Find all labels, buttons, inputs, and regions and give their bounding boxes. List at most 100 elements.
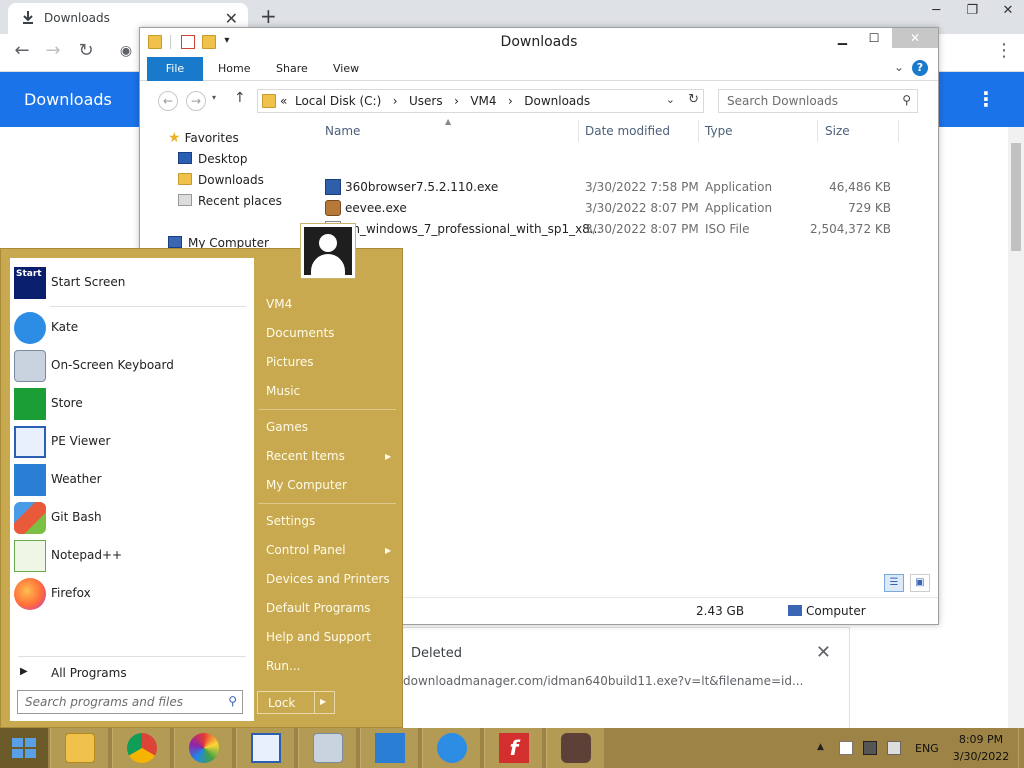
nav-item-favorites[interactable]: ★ Favorites [168,130,239,146]
tab-close-icon[interactable]: ✕ [225,9,238,28]
search-icon[interactable]: ⚲ [902,93,911,107]
chrome-menu-icon[interactable]: ⋮ [992,40,1016,61]
more-options-icon[interactable]: ⋮ [976,87,996,111]
minimize-button[interactable]: ▁ [828,28,856,48]
file-row[interactable]: eevee.exe 3/30/2022 8:07 PM Application … [312,198,938,219]
start-right-default-programs[interactable]: Default Programs [266,601,371,615]
taskbar-flash[interactable]: f [484,728,542,768]
breadcrumb-local-disk[interactable]: Local Disk (C:) [295,94,381,108]
show-hidden-icons-icon[interactable]: ▲ [817,742,824,752]
file-row[interactable]: 360browser7.5.2.110.exe 3/30/2022 7:58 P… [312,177,938,198]
tab-home[interactable]: Home [218,62,250,75]
new-tab-button[interactable]: + [260,4,277,28]
minimize-button[interactable]: ─ [920,0,952,22]
start-right-games[interactable]: Games [266,420,308,434]
network-icon[interactable] [863,741,877,755]
forward-arrow-icon[interactable]: → [186,91,206,111]
column-header-type[interactable]: Type [705,124,733,138]
start-right-settings[interactable]: Settings [266,514,315,528]
taskbar-kate[interactable] [422,728,480,768]
power-options-arrow-icon[interactable]: ▶ [320,697,326,706]
chevron-down-icon[interactable]: ⌄ [666,93,675,106]
close-button[interactable]: ✕ [892,28,938,48]
tab-file[interactable]: File [147,57,203,81]
pinned-pe-viewer[interactable]: PE Viewer [10,424,254,460]
taskbar-chrome[interactable] [112,728,170,768]
column-header-name[interactable]: Name [325,124,360,138]
breadcrumb-separator[interactable]: › [393,94,398,108]
reload-icon[interactable]: ↻ [74,40,98,61]
back-arrow-icon[interactable]: ← [158,91,178,111]
remove-download-icon[interactable]: ✕ [816,642,831,663]
start-right-my-computer[interactable]: My Computer [266,478,347,492]
scrollbar-thumb[interactable] [1011,143,1021,251]
breadcrumb-overflow[interactable]: « [280,94,287,108]
start-search-input[interactable]: Search programs and files ⚲ [17,690,243,714]
large-icons-view-icon[interactable]: ▣ [909,574,930,592]
maximize-button[interactable]: ☐ [860,28,888,48]
up-arrow-icon[interactable]: ↑ [234,90,246,106]
user-account-picture[interactable] [300,223,356,279]
taskbar-pe-viewer[interactable] [236,728,294,768]
input-language[interactable]: ENG [915,742,939,755]
breadcrumb-separator[interactable]: › [508,94,513,108]
lock-button[interactable]: Lock ▶ [257,691,335,714]
tab-share[interactable]: Share [276,62,308,75]
pinned-start-screen[interactable]: Start Start Screen [10,265,254,301]
taskbar-weather[interactable] [360,728,418,768]
tab-view[interactable]: View [333,62,359,75]
start-button[interactable] [0,728,48,768]
start-right-pictures[interactable]: Pictures [266,355,314,369]
pinned-git-bash[interactable]: Git Bash [10,500,254,536]
clock-date[interactable]: 3/30/2022 [952,750,1010,763]
breadcrumb-separator[interactable]: › [454,94,459,108]
start-right-music[interactable]: Music [266,384,300,398]
breadcrumb-users[interactable]: Users [409,94,443,108]
column-separator[interactable] [898,120,899,142]
pinned-firefox[interactable]: Firefox [10,576,254,612]
taskbar-recycle-app[interactable] [546,728,604,768]
page-scrollbar[interactable] [1008,127,1024,728]
start-right-control-panel[interactable]: Control Panel [266,543,346,557]
recent-locations-icon[interactable]: ▾ [212,93,216,102]
pinned-on-screen-keyboard[interactable]: On-Screen Keyboard [10,348,254,384]
start-right-recent-items[interactable]: Recent Items [266,449,345,463]
volume-muted-icon[interactable] [887,741,901,755]
refresh-icon[interactable]: ↻ [688,92,699,107]
restore-button[interactable]: ❐ [956,0,988,22]
pinned-store[interactable]: Store [10,386,254,422]
action-center-icon[interactable] [839,741,853,755]
column-header-size[interactable]: Size [825,124,850,138]
column-separator[interactable] [578,120,579,142]
forward-arrow-icon[interactable]: → [41,40,65,61]
start-right-documents[interactable]: Documents [266,326,334,340]
address-bar[interactable]: « Local Disk (C:) › Users › VM4 › Downlo… [257,89,704,113]
help-icon[interactable]: ? [912,60,928,76]
taskbar-keyboard[interactable] [298,728,356,768]
pinned-weather[interactable]: Weather [10,462,254,498]
taskbar-color-app[interactable] [174,728,232,768]
back-arrow-icon[interactable]: ← [10,40,34,61]
column-header-date[interactable]: Date modified [585,124,670,138]
clock-time[interactable]: 8:09 PM [956,733,1006,746]
file-row[interactable]: en_windows_7_professional_with_sp1_x8...… [312,219,938,240]
search-input[interactable]: Search Downloads ⚲ [718,89,918,113]
pinned-notepad-plus-plus[interactable]: Notepad++ [10,538,254,574]
start-right-help-support[interactable]: Help and Support [266,630,371,644]
all-programs-button[interactable]: ▶ All Programs [10,662,254,684]
nav-item-desktop[interactable]: Desktop [178,152,248,166]
search-icon[interactable]: ⚲ [228,694,237,708]
column-separator[interactable] [698,120,699,142]
pinned-kate[interactable]: Kate [10,310,254,346]
start-right-run[interactable]: Run... [266,659,300,673]
start-right-devices-printers[interactable]: Devices and Printers [266,572,390,586]
nav-item-recent-places[interactable]: Recent places [178,194,282,208]
breadcrumb-vm4[interactable]: VM4 [470,94,496,108]
download-url[interactable]: downloadmanager.com/idman640build11.exe?… [403,674,803,688]
details-view-icon[interactable]: ☰ [884,574,904,592]
close-button[interactable]: ✕ [992,0,1024,22]
show-desktop-button[interactable] [1018,728,1024,768]
taskbar-file-explorer[interactable] [50,728,108,768]
nav-item-downloads[interactable]: Downloads [178,173,264,187]
breadcrumb-downloads[interactable]: Downloads [524,94,590,108]
